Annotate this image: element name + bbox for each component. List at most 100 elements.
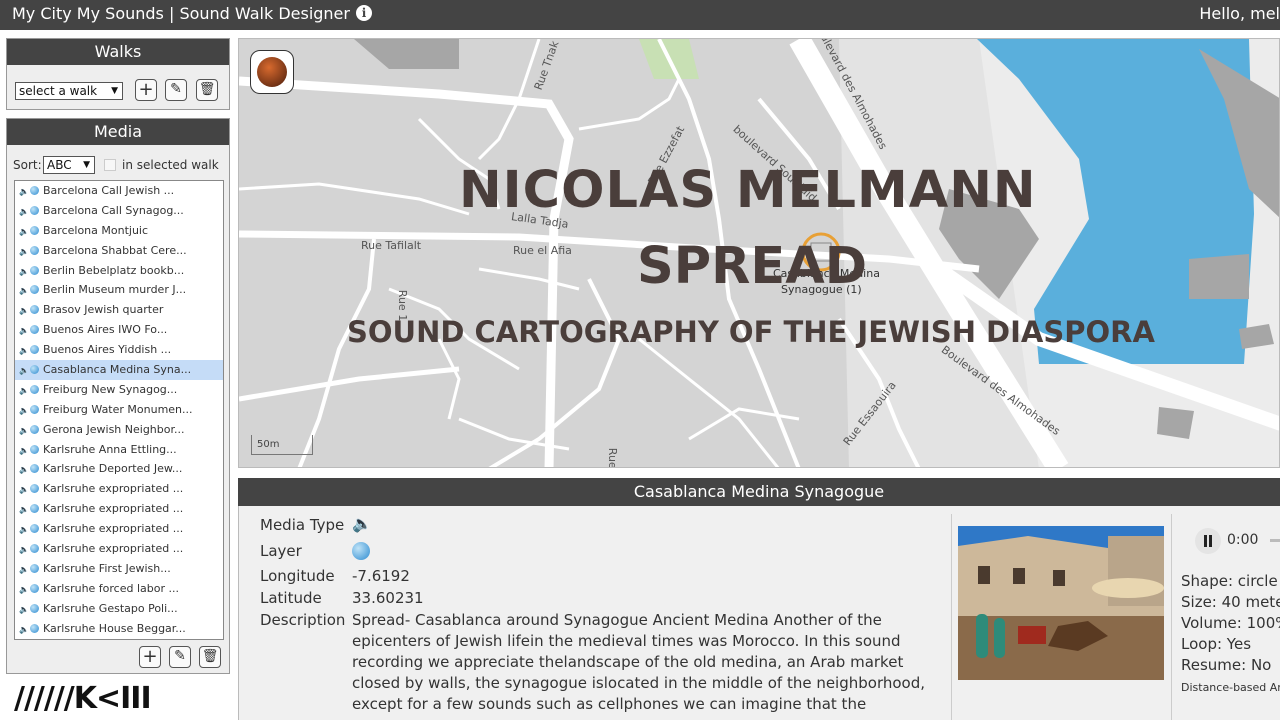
map-view[interactable]: Rue Tafilalt Rue el Afia Lalla Tadja bou… xyxy=(238,38,1280,468)
media-item-label: Barcelona Shabbat Cere... xyxy=(43,243,187,257)
speaker-icon: 🔈 xyxy=(19,624,29,634)
user-greeting[interactable]: Hello, mel xyxy=(1199,4,1280,23)
detail-title: Casablanca Medina Synagogue xyxy=(238,478,1280,506)
media-list[interactable]: 🔈 Barcelona Call Jewish ... 🔈 Barcelona Cal… xyxy=(14,180,224,640)
media-photo[interactable] xyxy=(958,526,1164,680)
media-list-item[interactable]: 🔈 Barcelona Montjuic xyxy=(15,221,223,241)
globe-icon xyxy=(30,225,39,235)
pause-icon xyxy=(1204,535,1212,547)
media-list-item[interactable]: 🔈 Karlsruhe Gestapo Poli... xyxy=(15,599,223,619)
speaker-icon: 🔈 xyxy=(19,505,29,515)
delete-walk-button[interactable]: 🗑 xyxy=(196,79,218,101)
media-item-label: Casablanca Medina Syna... xyxy=(43,363,192,377)
speaker-icon: 🔈 xyxy=(19,525,29,535)
media-list-item[interactable]: 🔈 Brasov Jewish quarter xyxy=(15,300,223,320)
speaker-icon: 🔈 xyxy=(19,206,29,216)
speaker-icon: 🔈 xyxy=(19,604,29,614)
media-list-item[interactable]: 🔈 Buenos Aires Yiddish ... xyxy=(15,340,223,360)
media-item-label: Freiburg New Synagog... xyxy=(43,382,178,396)
in-walk-checkbox[interactable] xyxy=(104,159,116,171)
media-list-item[interactable]: 🔈 Barcelona Call Synagog... xyxy=(15,201,223,221)
app-title: My City My Sounds | Sound Walk Designer xyxy=(12,4,350,23)
globe-icon xyxy=(30,484,39,494)
media-item-label: Freiburg Water Monumen... xyxy=(43,402,193,416)
top-bar: My City My Sounds | Sound Walk Designer … xyxy=(0,0,1280,30)
app-logo: //////K<III xyxy=(14,681,152,716)
sound-property: Volume: 100% xyxy=(1181,614,1280,632)
globe-icon xyxy=(30,603,39,613)
media-list-item[interactable]: 🔈 Berlin Museum murder J... xyxy=(15,280,223,300)
media-list-item[interactable]: 🔈 Karlsruhe expropriated ... xyxy=(15,519,223,539)
add-walk-button[interactable]: + xyxy=(135,79,157,101)
layer-toggle-button[interactable] xyxy=(250,50,294,94)
walks-panel: Walks select a walk ▼ + ✎ 🗑 xyxy=(6,38,230,110)
media-list-item[interactable]: 🔈 Buenos Aires IWO Fo... xyxy=(15,320,223,340)
divider xyxy=(951,514,952,720)
speaker-icon: 🔈 xyxy=(19,445,29,455)
media-list-item[interactable]: 🔈 Berlin Bebelplatz bookb... xyxy=(15,261,223,281)
longitude-value: -7.6192 xyxy=(352,567,410,585)
audio-progress[interactable] xyxy=(1270,539,1280,542)
media-list-item[interactable]: 🔈 Freiburg Water Monumen... xyxy=(15,400,223,420)
speaker-icon: 🔈 xyxy=(19,346,29,356)
media-list-item[interactable]: 🔈 Karlsruhe expropriated ... xyxy=(15,539,223,559)
globe-icon xyxy=(30,544,39,554)
globe-icon xyxy=(30,384,39,394)
media-list-item[interactable]: 🔈 Karlsruhe Deported Jew... xyxy=(15,459,223,479)
sort-select-value: ABC xyxy=(47,158,72,172)
globe-icon xyxy=(30,583,39,593)
media-list-item[interactable]: 🔈 Karlsruhe First Jewish... xyxy=(15,559,223,579)
media-list-item[interactable]: 🔈 Freiburg New Synagog... xyxy=(15,380,223,400)
chevron-down-icon: ▼ xyxy=(83,160,90,170)
latitude-value: 33.60231 xyxy=(352,589,424,607)
add-media-button[interactable]: + xyxy=(139,646,161,668)
globe-icon xyxy=(30,305,39,315)
media-item-label: Brasov Jewish quarter xyxy=(43,303,164,317)
sort-select[interactable]: ABC ▼ xyxy=(43,156,95,174)
media-item-label: Karlsruhe Deported Jew... xyxy=(43,462,183,476)
sort-label: Sort: xyxy=(13,158,42,172)
media-list-item[interactable]: 🔈 Karlsruhe House Beggar... xyxy=(15,619,223,639)
speaker-icon: 🔈 xyxy=(19,405,29,415)
media-list-item[interactable]: 🔈 Karlsruhe expropriated ... xyxy=(15,479,223,499)
sound-property: Shape: circle xyxy=(1181,572,1278,590)
media-item-label: Berlin Museum murder J... xyxy=(43,283,187,297)
media-item-label: Karlsruhe expropriated ... xyxy=(43,522,184,536)
speaker-icon: 🔈 xyxy=(19,584,29,594)
street-label: Rue 1 xyxy=(606,447,620,468)
speaker-icon: 🔈 xyxy=(19,326,29,336)
media-list-item[interactable]: 🔈 Gerona Jewish Neighbor... xyxy=(15,420,223,440)
media-panel: Media Sort: ABC ▼ in selected walk 🔈 Barc… xyxy=(6,118,230,674)
media-item-label: Berlin Bebelplatz bookb... xyxy=(43,263,185,277)
media-list-item[interactable]: 🔈 Barcelona Call Jewish ... xyxy=(15,181,223,201)
globe-icon xyxy=(30,186,39,195)
walk-select-value: select a walk xyxy=(19,84,98,98)
walk-select[interactable]: select a walk ▼ xyxy=(15,82,123,100)
photo-image xyxy=(958,526,1164,680)
media-item-label: Karlsruhe Anna Ettling... xyxy=(43,442,177,456)
globe-icon xyxy=(30,345,39,355)
sound-property: Size: 40 mete xyxy=(1181,593,1280,611)
media-item-label: Karlsruhe expropriated ... xyxy=(43,502,184,516)
media-list-item[interactable]: 🔈 Karlsruhe expropriated ... xyxy=(15,499,223,519)
edit-media-button[interactable]: ✎ xyxy=(169,646,191,668)
media-item-label: Barcelona Call Synagog... xyxy=(43,203,184,217)
speaker-icon: 🔈 xyxy=(19,187,29,196)
media-list-item[interactable]: 🔈 Casablanca Medina Syna... xyxy=(15,360,223,380)
media-detail-panel: Media Type 🔈 Layer Longitude -7.6192 Lat… xyxy=(238,506,1280,720)
media-list-item[interactable]: 🔈 Barcelona Shabbat Cere... xyxy=(15,241,223,261)
globe-icon xyxy=(30,444,39,454)
media-list-item[interactable]: 🔈 Karlsruhe Anna Ettling... xyxy=(15,440,223,460)
media-item-label: Karlsruhe expropriated ... xyxy=(43,542,184,556)
edit-walk-button[interactable]: ✎ xyxy=(165,79,187,101)
delete-media-button[interactable]: 🗑 xyxy=(199,646,221,668)
media-list-item[interactable]: 🔈 Karlsruhe forced labor ... xyxy=(15,579,223,599)
info-icon[interactable]: i xyxy=(356,5,372,21)
play-pause-button[interactable] xyxy=(1195,528,1221,554)
globe-icon xyxy=(30,205,39,215)
overlay-subtitle: SPREAD xyxy=(637,237,868,296)
globe-icon xyxy=(30,623,39,633)
latitude-label: Latitude xyxy=(260,589,322,607)
street-label: Rue el Afia xyxy=(513,244,572,257)
media-item-label: Buenos Aires IWO Fo... xyxy=(43,323,168,337)
